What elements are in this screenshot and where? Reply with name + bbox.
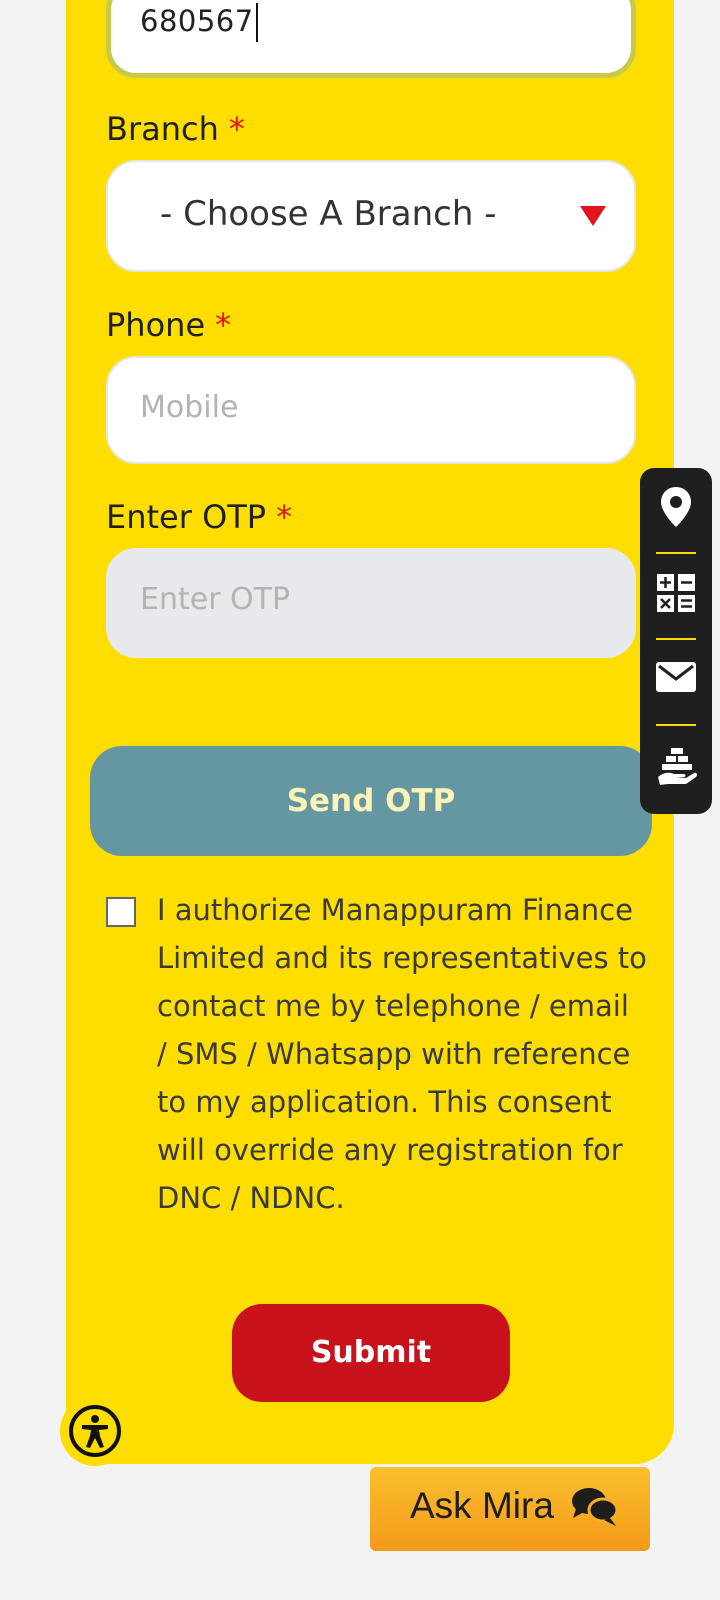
gold-loan-button[interactable]: [640, 728, 712, 806]
otp-label: Enter OTP *: [106, 498, 292, 536]
required-mark: *: [215, 306, 232, 344]
calculator-icon: [657, 574, 695, 612]
branch-select-value: - Choose A Branch -: [160, 194, 497, 234]
mail-icon: [656, 662, 696, 692]
phone-label: Phone *: [106, 306, 231, 344]
gold-loan-icon: [658, 748, 698, 785]
contact-mail-button[interactable]: [640, 642, 712, 720]
divider: [656, 638, 696, 640]
location-icon: [661, 487, 691, 527]
otp-label-text: Enter OTP: [106, 498, 267, 536]
divider: [656, 552, 696, 554]
submit-button[interactable]: Submit: [232, 1304, 510, 1402]
locate-branch-button[interactable]: [640, 468, 712, 546]
text-cursor: [256, 3, 258, 42]
pincode-value: 680567: [140, 4, 254, 38]
consent-checkbox[interactable]: [106, 897, 136, 927]
consent-text: I authorize Manappuram Finance Limited a…: [157, 893, 647, 1215]
accessibility-icon: [69, 1405, 121, 1457]
branch-label-text: Branch: [106, 110, 219, 148]
branch-label: Branch *: [106, 110, 245, 148]
ask-mira-label: Ask Mira: [410, 1485, 554, 1526]
otp-placeholder: Enter OTP: [140, 582, 291, 617]
ask-mira-button[interactable]: Ask Mira: [370, 1467, 650, 1551]
divider: [656, 724, 696, 726]
side-toolbar: [640, 468, 712, 814]
phone-label-text: Phone: [106, 306, 206, 344]
required-mark: *: [228, 110, 245, 148]
phone-placeholder: Mobile: [140, 390, 239, 425]
send-otp-button[interactable]: Send OTP: [90, 746, 652, 856]
calculator-button[interactable]: [640, 556, 712, 634]
accessibility-button[interactable]: [60, 1396, 130, 1466]
dropdown-arrow-icon[interactable]: [580, 206, 606, 226]
required-mark: *: [276, 498, 293, 536]
chat-icon: [572, 1488, 619, 1526]
